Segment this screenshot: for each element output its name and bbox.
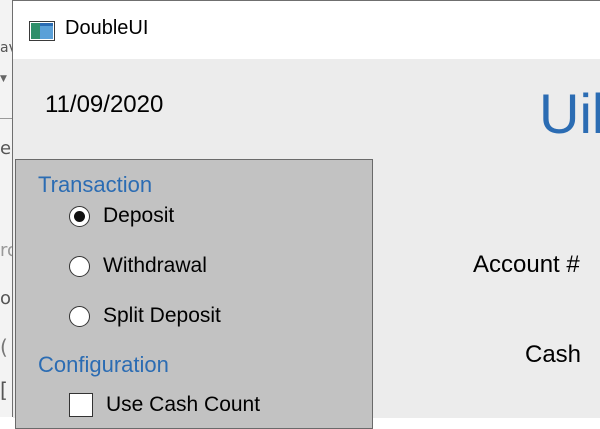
deposit-label: Deposit: [103, 204, 175, 227]
title-bar[interactable]: DoubleUI: [13, 1, 600, 59]
background-text: o: [0, 288, 12, 309]
withdrawal-label: Withdrawal: [103, 254, 207, 277]
radio-button-icon[interactable]: [69, 305, 90, 327]
radio-button-icon[interactable]: [69, 205, 90, 227]
split-deposit-label: Split Deposit: [103, 304, 221, 327]
brand-title: Uil: [539, 82, 600, 145]
radio-selected-dot: [74, 210, 85, 222]
chevron-down-icon: ▼: [0, 74, 7, 84]
radio-button-icon[interactable]: [69, 255, 90, 277]
split-deposit-radio[interactable]: Split Deposit: [69, 304, 221, 328]
background-text: e: [0, 138, 12, 159]
use-cash-count-label: Use Cash Count: [106, 393, 261, 416]
app-icon: [29, 21, 55, 41]
transaction-section-title: Transaction: [38, 172, 153, 197]
app-window: DoubleUI 11/09/2020 Uil Transaction Depo…: [12, 0, 600, 429]
use-cash-count-checkbox[interactable]: Use Cash Count: [69, 393, 260, 417]
window-title: DoubleUI: [65, 17, 149, 39]
options-panel: Transaction Deposit Withdrawal Split Dep…: [15, 159, 373, 429]
background-text: [: [0, 378, 8, 402]
window-client-area: 11/09/2020 Uil Transaction Deposit Withd…: [13, 59, 600, 429]
configuration-section-title: Configuration: [38, 352, 169, 377]
withdrawal-radio[interactable]: Withdrawal: [69, 254, 207, 278]
checkbox-icon[interactable]: [69, 393, 93, 417]
cash-label: Cash: [525, 341, 582, 368]
deposit-radio[interactable]: Deposit: [69, 204, 174, 228]
background-text: (: [0, 335, 8, 359]
date-label: 11/09/2020: [45, 91, 164, 118]
account-number-label: Account #: [473, 251, 580, 278]
